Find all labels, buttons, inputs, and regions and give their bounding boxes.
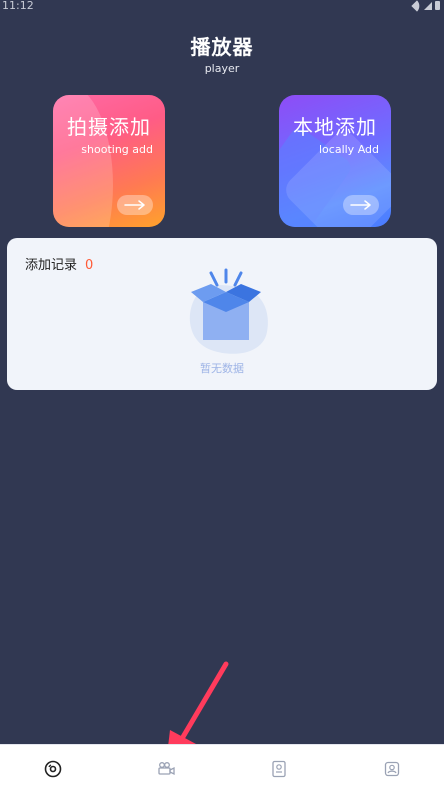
wifi-icon xyxy=(411,0,423,12)
records-count: 0 xyxy=(85,258,94,273)
page-subtitle: player xyxy=(204,62,240,75)
records-label: 添加记录 xyxy=(25,258,78,273)
document-icon xyxy=(272,760,286,778)
local-add-arrow-button[interactable] xyxy=(343,195,379,215)
status-icons xyxy=(411,0,440,12)
local-add-subtitle: locally Add xyxy=(319,143,379,156)
add-records-panel: 添加记录 0 暂无数据 xyxy=(7,238,437,390)
shooting-add-title: 拍摄添加 xyxy=(67,115,151,139)
arrow-right-icon xyxy=(350,200,371,210)
status-bar: 11:12 xyxy=(0,0,444,14)
local-add-title: 本地添加 xyxy=(293,115,377,139)
tab-document[interactable] xyxy=(267,757,291,781)
signal-icon xyxy=(424,1,432,10)
bottom-tab-bar xyxy=(0,744,444,792)
empty-state-text: 暂无数据 xyxy=(200,362,244,375)
page-title: 播放器 xyxy=(190,35,254,59)
shooting-add-subtitle: shooting add xyxy=(81,143,153,156)
local-add-card[interactable]: 本地添加 locally Add xyxy=(279,95,391,227)
arrow-right-icon xyxy=(124,200,145,210)
shooting-add-card[interactable]: 拍摄添加 shooting add xyxy=(53,95,165,227)
profile-icon xyxy=(384,761,400,777)
shooting-add-arrow-button[interactable] xyxy=(117,195,153,215)
tab-disc[interactable] xyxy=(41,757,65,781)
records-header: 添加记录 0 xyxy=(25,254,93,273)
battery-icon xyxy=(435,1,440,10)
camera-icon xyxy=(158,762,175,776)
status-time: 11:12 xyxy=(2,0,34,12)
disc-icon xyxy=(44,760,62,778)
tab-camera[interactable] xyxy=(154,757,178,781)
tab-profile[interactable] xyxy=(380,757,404,781)
empty-box-icon xyxy=(189,268,268,354)
